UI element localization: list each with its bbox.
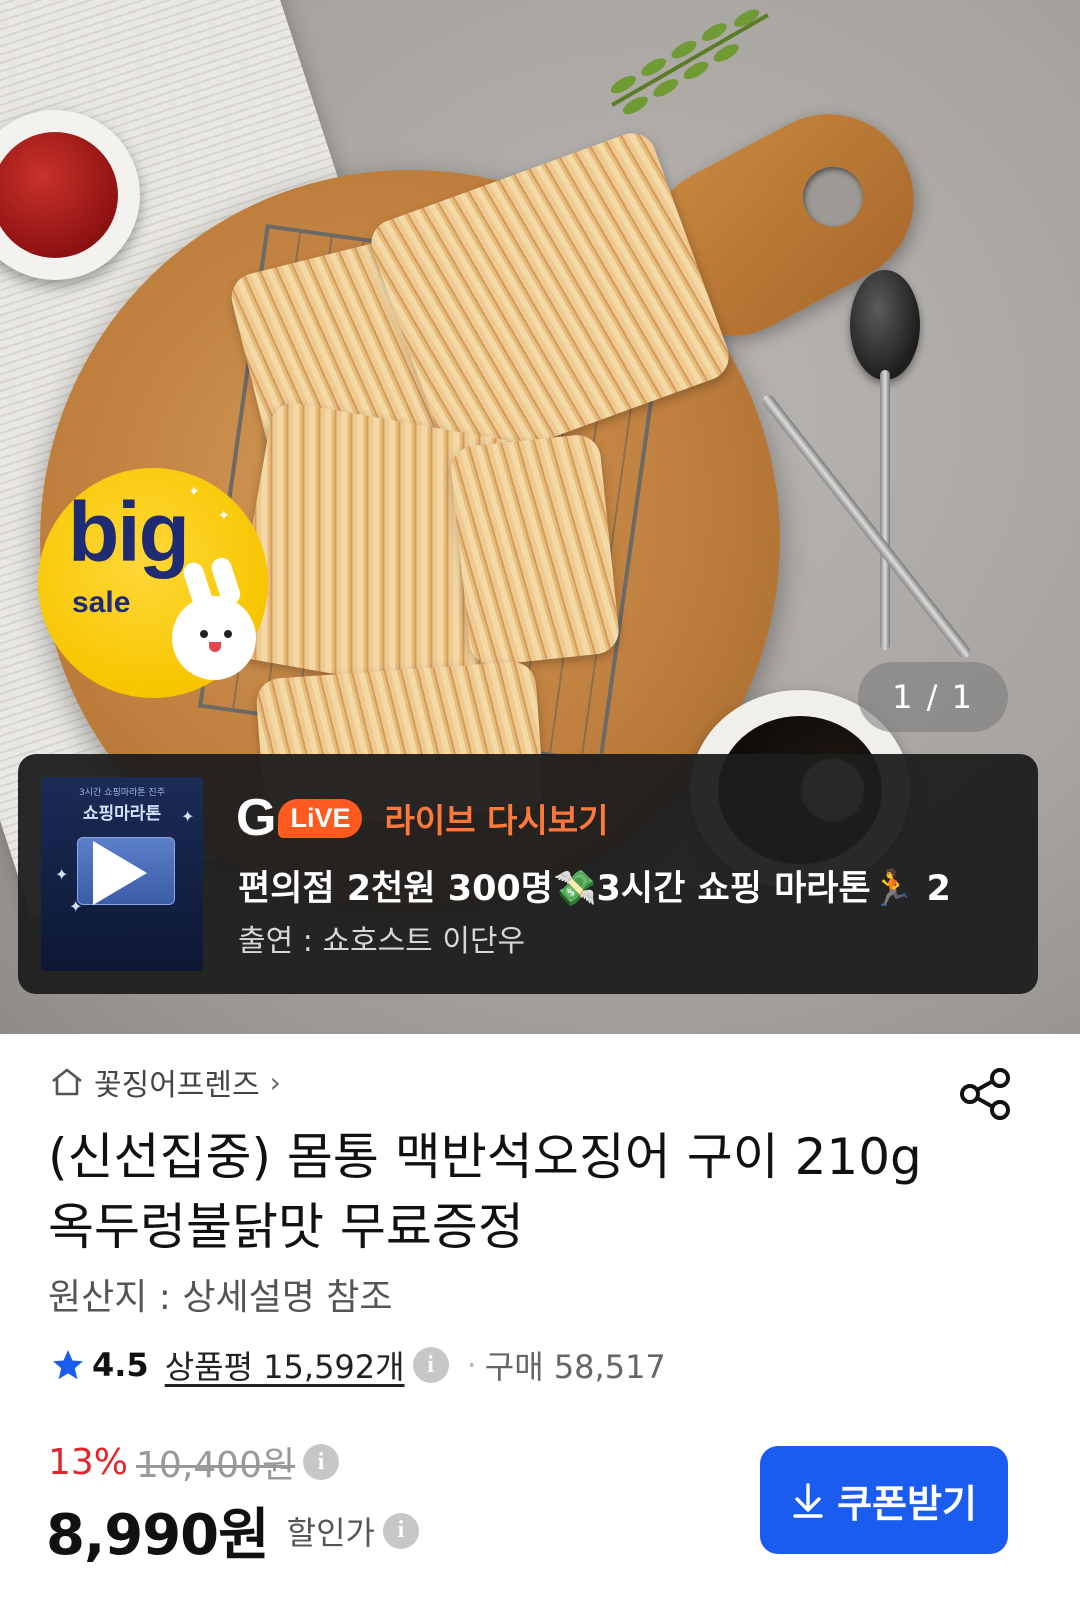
chevron-right-icon: › bbox=[269, 1065, 281, 1099]
sparkle-icon: ✦ bbox=[55, 865, 69, 884]
product-title: (신선집중) 몸통 맥반석오징어 구이 210g 옥두렁불닭맛 무료증정 bbox=[48, 1128, 922, 1256]
coupon-download-button[interactable]: 쿠폰받기 bbox=[760, 1446, 1008, 1554]
discount-row: 13% 10,400원 i bbox=[48, 1436, 340, 1488]
download-icon bbox=[793, 1483, 823, 1518]
discount-percent: 13% bbox=[48, 1441, 129, 1483]
badge-big-text: big bbox=[68, 485, 190, 579]
thumb-title: 쇼핑마라톤 bbox=[82, 804, 162, 824]
sale-price: 8,990원 bbox=[46, 1503, 270, 1568]
thumb-caption: 3시간 쇼핑마라톤 진주 bbox=[79, 788, 165, 798]
info-icon[interactable]: i bbox=[412, 1347, 449, 1383]
star-icon bbox=[53, 1350, 83, 1380]
share-icon[interactable] bbox=[958, 1066, 1014, 1122]
spoon-handle-image bbox=[880, 370, 890, 650]
rating-score: 4.5 bbox=[92, 1346, 149, 1384]
info-icon[interactable]: i bbox=[382, 1512, 419, 1549]
play-icon[interactable] bbox=[93, 841, 147, 905]
sparkle-icon: ✦ bbox=[181, 807, 195, 826]
image-counter: 1 / 1 bbox=[858, 662, 1008, 732]
original-price: 10,400원 bbox=[136, 1445, 296, 1486]
sparkle-icon: ✦ bbox=[69, 897, 83, 916]
sparkle-icon: ✦ bbox=[188, 484, 200, 500]
big-sale-badge: big sale ✦ ✦ bbox=[38, 468, 268, 698]
live-title: 편의점 2천원 300명💸3시간 쇼핑 마라톤🏃 2 bbox=[238, 869, 951, 909]
sale-price-label: 할인가 bbox=[286, 1513, 375, 1552]
herb-decoration bbox=[610, 9, 769, 115]
badge-sale-text: sale bbox=[72, 586, 131, 619]
live-video-thumbnail[interactable]: 3시간 쇼핑마라톤 진주 쇼핑마라톤 ✦ ✦ ✦ bbox=[41, 777, 203, 971]
info-icon[interactable]: i bbox=[303, 1444, 340, 1480]
squid-piece-image bbox=[448, 432, 622, 668]
store-name: 꽃징어프렌즈 bbox=[94, 1068, 260, 1103]
separator-dot: · bbox=[466, 1346, 477, 1384]
sparkle-icon: ✦ bbox=[218, 508, 230, 524]
home-icon bbox=[52, 1068, 82, 1096]
fork-image bbox=[760, 392, 973, 661]
live-replay-banner[interactable]: 3시간 쇼핑마라톤 진주 쇼핑마라톤 ✦ ✦ ✦ G LiVE 라이브 다시보기… bbox=[18, 754, 1038, 994]
live-cast: 출연 : 쇼호스트 이단우 bbox=[238, 924, 526, 959]
live-replay-label: 라이브 다시보기 bbox=[384, 801, 609, 840]
spoon-image bbox=[850, 270, 920, 380]
reviews-link[interactable]: 상품평 15,592개 bbox=[165, 1342, 405, 1388]
live-pill: LiVE bbox=[278, 798, 363, 838]
g-logo-letter: G bbox=[236, 789, 277, 847]
store-link[interactable]: 꽃징어프렌즈 › bbox=[50, 1060, 281, 1104]
rating-row: 4.5 상품평 15,592개 i · 구매 58,517 bbox=[50, 1342, 666, 1388]
sale-price-row: 8,990원 할인가 i bbox=[46, 1490, 419, 1571]
product-origin: 원산지 : 상세설명 참조 bbox=[48, 1277, 393, 1318]
bunny-mascot-icon bbox=[172, 596, 256, 680]
purchase-count: 구매 58,517 bbox=[484, 1348, 666, 1386]
coupon-label: 쿠폰받기 bbox=[837, 1481, 977, 1526]
glive-logo: G LiVE 라이브 다시보기 bbox=[236, 792, 608, 844]
